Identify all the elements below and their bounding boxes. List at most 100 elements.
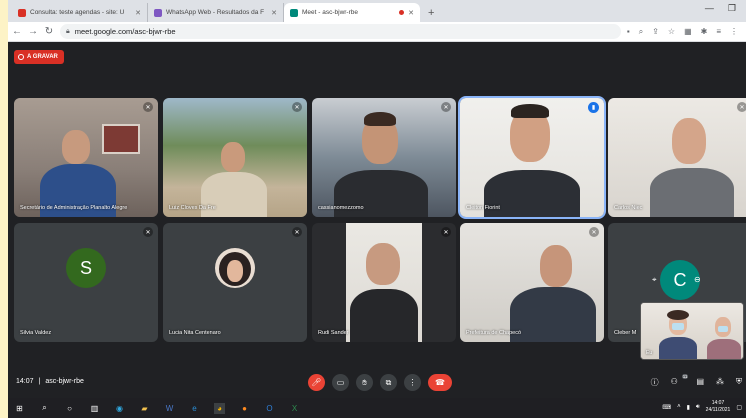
people-icon[interactable]: ⚇11 — [671, 374, 689, 388]
star-icon[interactable]: ☆ — [668, 27, 675, 37]
present-screen-icon[interactable]: ⧉ — [380, 374, 397, 391]
meeting-info: 14:07 | asc-bjwr-rbe — [16, 378, 84, 385]
mic-off-icon: ✕ — [441, 102, 451, 112]
gmail-favicon-icon — [18, 8, 26, 17]
tab-title: Consulta: teste agendas - site: U — [30, 9, 125, 16]
separator: | — [38, 378, 41, 385]
url-text: meet.google.com/asc-bjwr-rbe — [74, 27, 176, 36]
participant-name: Luiz Cloves Da Fre — [169, 205, 216, 211]
mic-off-icon: ✕ — [292, 102, 302, 112]
tab-whatsapp[interactable]: WhatsApp Web - Resultados da F ✕ — [148, 3, 284, 22]
speaking-indicator-icon: ▮ — [588, 102, 599, 113]
tab-strip: Consulta: teste agendas - site: U ✕ What… — [8, 0, 746, 22]
volume-icon[interactable]: 🔊︎ — [696, 404, 700, 411]
participant-name: Prefeitura de Chapecó — [466, 330, 522, 336]
remove-icon[interactable]: ⊖ — [694, 275, 701, 284]
file-explorer-icon[interactable]: ▰ — [139, 403, 150, 414]
call-controls: 🎤︎ ▭ ✋︎ ⧉ ⋮ ☎︎ — [308, 374, 452, 391]
activities-icon[interactable]: ⁂ — [716, 377, 724, 388]
people-count: 11 — [681, 374, 689, 379]
recording-dot-icon — [399, 10, 405, 15]
mic-off-icon: ✕ — [441, 227, 451, 237]
windows-start-icon[interactable]: ⊞ — [14, 403, 25, 414]
participant-tile[interactable]: S ✕ Silvia Valdez — [14, 223, 158, 342]
camera-icon[interactable]: ▪ — [627, 27, 630, 37]
maximize-icon[interactable]: ❐ — [728, 3, 736, 14]
extensions-icon[interactable]: ✱ — [701, 27, 708, 37]
raise-hand-icon[interactable]: ✋︎ — [356, 374, 373, 391]
share-icon[interactable]: ⇪ — [652, 27, 659, 37]
info-icon[interactable]: ⓘ — [651, 377, 659, 388]
system-tray: ⌨ ˄ ▮ 🔊︎ 14:07 24/11/2021 ▢ — [662, 400, 742, 414]
tab-meet[interactable]: Meet - asc-bjwr-rbe ✕ — [284, 3, 420, 22]
participant-tile[interactable]: ✕ Lucia Nita Centenaro — [163, 223, 307, 342]
cortana-icon[interactable]: ○ — [64, 403, 75, 414]
participant-tile[interactable]: ▮ Cleiton Fiorint — [458, 96, 606, 219]
mic-off-icon: ✕ — [589, 227, 599, 237]
more-options-icon[interactable]: ⋮ — [404, 374, 421, 391]
edge-icon[interactable]: ◉ — [114, 403, 125, 414]
minimize-icon[interactable]: — — [705, 3, 714, 14]
url-field[interactable]: 🔒︎ meet.google.com/asc-bjwr-rbe — [60, 24, 621, 39]
meeting-time: 14:07 — [16, 378, 34, 385]
tab-title: Meet - asc-bjwr-rbe — [302, 9, 358, 16]
firefox-icon[interactable]: ● — [239, 403, 250, 414]
participant-name: Cleber M — [614, 330, 637, 336]
reload-icon[interactable]: ↻ — [44, 26, 54, 37]
chat-icon[interactable]: ▤ — [696, 377, 704, 388]
address-bar: ← → ↻ 🔒︎ meet.google.com/asc-bjwr-rbe ▪ … — [8, 22, 746, 42]
recording-badge[interactable]: A GRAVAR — [14, 50, 64, 64]
zoom-icon[interactable]: ⌕ — [639, 27, 643, 37]
mic-off-icon: ✕ — [143, 227, 153, 237]
excel-icon[interactable]: X — [289, 403, 300, 414]
notifications-icon[interactable]: ▢ — [736, 404, 742, 411]
back-icon[interactable]: ← — [12, 26, 22, 37]
record-icon — [18, 54, 24, 60]
host-controls-icon[interactable]: ⛨ — [736, 377, 742, 388]
participant-tile[interactable]: ✕ Carlos Niec — [608, 98, 746, 217]
pin-icon[interactable]: ⌖ — [652, 275, 657, 285]
close-icon[interactable]: ✕ — [135, 9, 141, 17]
search-icon[interactable]: ⌕ — [39, 403, 50, 414]
reading-list-icon[interactable]: ≡ — [716, 27, 721, 37]
taskbar-time: 14:07 — [711, 400, 725, 406]
close-icon[interactable]: ✕ — [271, 9, 277, 17]
taskbar-clock[interactable]: 14:07 24/11/2021 — [706, 400, 731, 414]
leave-call-icon[interactable]: ☎︎ — [428, 374, 452, 391]
self-view[interactable]: Eu — [640, 302, 744, 360]
side-controls: ⓘ ⚇11 ▤ ⁂ ⛨ — [651, 374, 742, 388]
lock-icon[interactable]: 🔒︎ — [66, 28, 70, 36]
chrome-icon[interactable]: ◕ — [214, 402, 225, 414]
participant-name: Silvia Valdez — [20, 330, 52, 336]
avatar — [215, 248, 255, 289]
participant-tile[interactable]: ✕ cassianomezzomo — [312, 98, 456, 217]
tab-consulta[interactable]: Consulta: teste agendas - site: U ✕ — [12, 3, 148, 22]
mic-off-icon: ✕ — [292, 227, 302, 237]
meeting-code: asc-bjwr-rbe — [45, 378, 84, 385]
participant-name: Lucia Nita Centenaro — [169, 330, 221, 336]
task-view-icon[interactable]: ▥ — [89, 403, 100, 414]
recording-label: A GRAVAR — [27, 54, 58, 60]
menu-icon[interactable]: ⋮ — [730, 27, 738, 37]
participant-tile[interactable]: ✕ Rudi Sander — [312, 223, 456, 342]
forward-icon[interactable]: → — [28, 26, 38, 37]
participant-tile[interactable]: ✕ Luiz Cloves Da Fre — [163, 98, 307, 217]
internet-explorer-icon[interactable]: e — [189, 403, 200, 414]
close-icon[interactable]: ✕ — [408, 9, 414, 17]
mic-off-icon[interactable]: 🎤︎ — [308, 374, 325, 391]
avatar-initial: S — [79, 257, 92, 278]
chevron-up-icon[interactable]: ˄ — [677, 404, 681, 410]
participant-tile[interactable]: ✕ Prefeitura de Chapecó — [460, 223, 604, 342]
word-icon[interactable]: W — [164, 403, 175, 414]
avatar: S — [66, 248, 106, 289]
whatsapp-favicon-icon — [154, 8, 162, 17]
keyboard-icon[interactable]: ⌨ — [662, 404, 671, 411]
grid-icon[interactable]: ▦ — [684, 27, 692, 37]
participant-tile[interactable]: ✕ Secretário de Administração Planalto A… — [14, 98, 158, 217]
new-tab-button[interactable]: + — [420, 7, 442, 22]
camera-icon[interactable]: ▭ — [332, 374, 349, 391]
mic-off-icon: ✕ — [143, 102, 153, 112]
outlook-icon[interactable]: O — [264, 403, 275, 414]
network-icon[interactable]: ▮ — [687, 404, 690, 411]
browser-window: Consulta: teste agendas - site: U ✕ What… — [8, 0, 746, 418]
